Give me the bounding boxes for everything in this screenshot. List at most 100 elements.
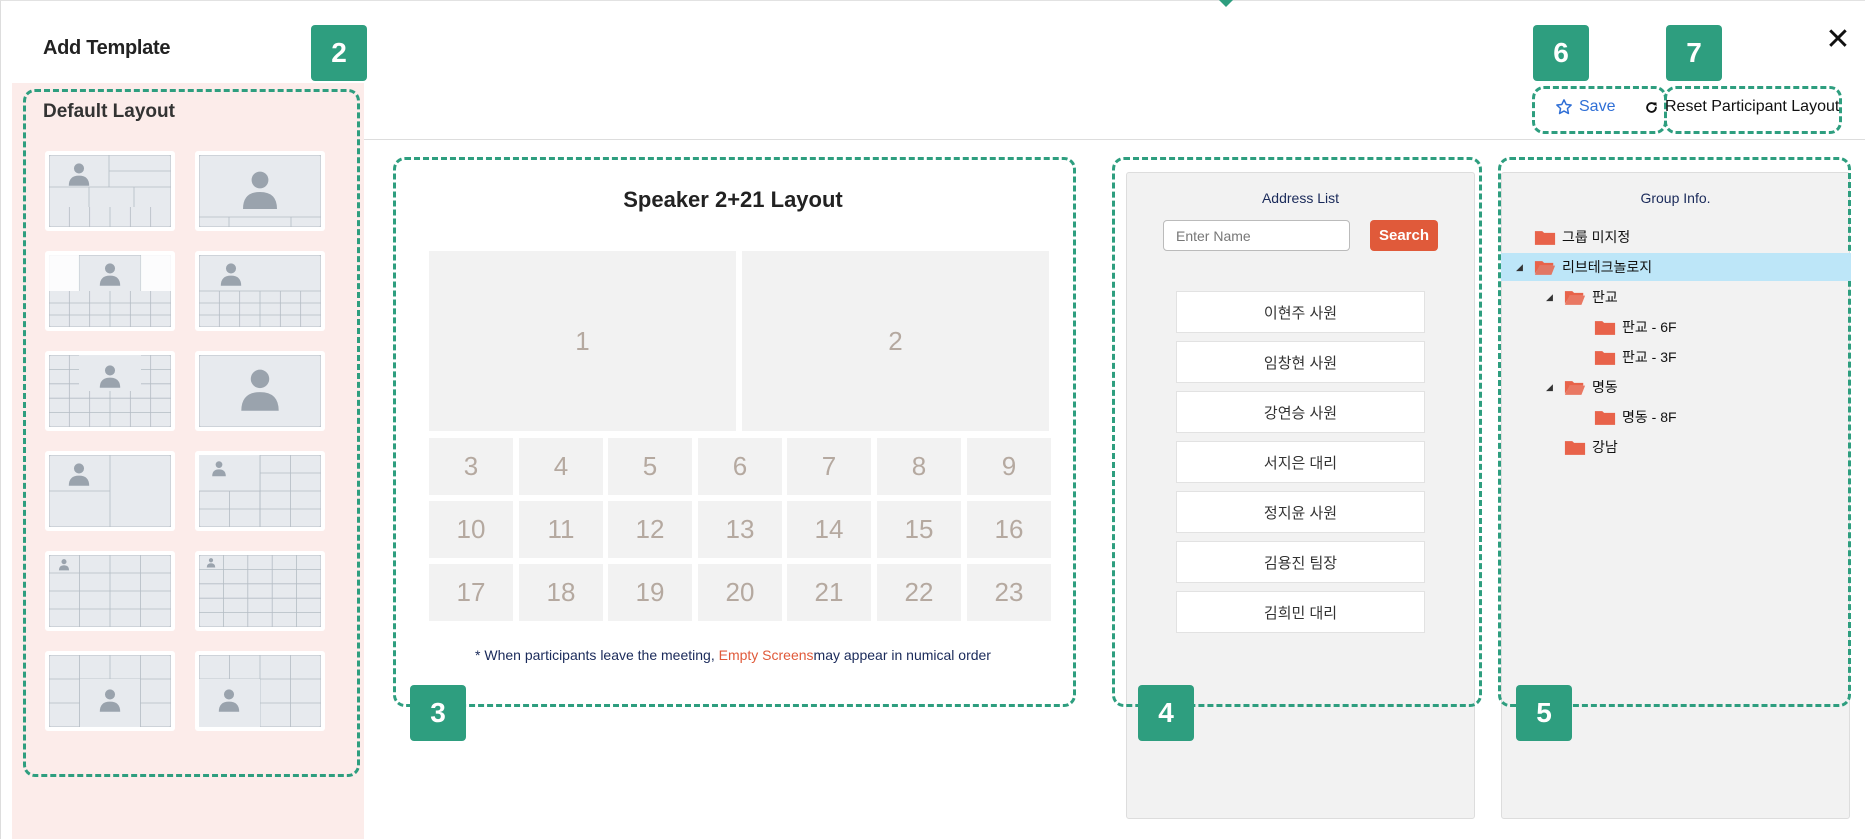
layout-cell-15[interactable]: 15 [877, 501, 961, 558]
layout-thumb-2[interactable] [195, 151, 325, 231]
group-tree-item[interactable]: 강남 [1546, 433, 1618, 461]
folder-open-icon [1564, 290, 1586, 305]
address-list-item[interactable]: 정지윤 사원 [1176, 491, 1425, 533]
layout-thumb-image [199, 455, 321, 527]
layout-thumb-1[interactable] [45, 151, 175, 231]
group-tree-label: 명동 [1592, 379, 1618, 395]
layout-cell-16[interactable]: 16 [967, 501, 1051, 558]
layout-cell-14[interactable]: 14 [787, 501, 871, 558]
group-tree-item[interactable]: ◢ 명동 [1546, 373, 1618, 401]
address-list-item[interactable]: 강연승 사원 [1176, 391, 1425, 433]
layout-title: Speaker 2+21 Layout [623, 187, 843, 212]
layout-cell-18[interactable]: 18 [519, 564, 603, 621]
layout-thumb-8[interactable] [195, 451, 325, 531]
note-highlight: Empty Screens [718, 647, 814, 663]
layout-thumb-image [49, 155, 171, 227]
layout-cell-12[interactable]: 12 [608, 501, 692, 558]
address-list-title: Address List [1261, 190, 1340, 206]
expand-triangle-icon[interactable]: ◢ [1516, 262, 1526, 273]
address-list-item[interactable]: 서지은 대리 [1176, 441, 1425, 483]
layout-thumb-12[interactable] [195, 651, 325, 731]
callout-box-3 [393, 157, 1076, 707]
layout-cell-7[interactable]: 7 [787, 438, 871, 495]
expand-triangle-icon[interactable]: ◢ [1546, 382, 1556, 393]
layout-cell-17[interactable]: 17 [429, 564, 513, 621]
reset-participant-layout-button[interactable]: Reset Participant Layout [1644, 98, 1839, 116]
callout-badge-6: 6 [1533, 25, 1589, 81]
layout-thumb-image [199, 555, 321, 627]
folder-open-icon [1564, 380, 1586, 395]
layout-cell-13[interactable]: 13 [698, 501, 782, 558]
layout-cell-23[interactable]: 23 [967, 564, 1051, 621]
layout-cell-20[interactable]: 20 [698, 564, 782, 621]
callout-badge-2: 2 [311, 25, 367, 81]
search-button[interactable]: Search [1370, 220, 1438, 251]
layout-thumb-5[interactable] [45, 351, 175, 431]
layout-thumb-image [49, 355, 171, 427]
layout-cell-8[interactable]: 8 [877, 438, 961, 495]
group-tree-item[interactable]: ◢ 리브테크놀로지 [1501, 253, 1851, 281]
callout-badge-7: 7 [1666, 25, 1722, 81]
folder-icon [1594, 410, 1616, 425]
layout-thumb-image [49, 555, 171, 627]
layout-thumb-image [199, 355, 321, 427]
group-tree-item[interactable]: 판교 - 3F [1576, 343, 1677, 371]
layout-thumb-7[interactable] [45, 451, 175, 531]
layout-cell-5[interactable]: 5 [608, 438, 692, 495]
group-tree-label: 판교 - 6F [1622, 319, 1677, 335]
name-search-input[interactable] [1163, 220, 1350, 251]
layout-thumb-11[interactable] [45, 651, 175, 731]
address-list-item[interactable]: 김희민 대리 [1176, 591, 1425, 633]
address-list-item[interactable]: 임창현 사원 [1176, 341, 1425, 383]
reset-label: Reset Participant Layout [1665, 98, 1840, 115]
layout-cell-3[interactable]: 3 [429, 438, 513, 495]
expand-triangle-icon[interactable]: ◢ [1546, 292, 1556, 303]
layout-thumb-3[interactable] [45, 251, 175, 331]
folder-icon [1564, 440, 1586, 455]
layout-cell-11[interactable]: 11 [519, 501, 603, 558]
layout-cell-21[interactable]: 21 [787, 564, 871, 621]
folder-icon [1534, 230, 1556, 245]
layout-thumb-image [49, 455, 171, 527]
group-tree-label: 명동 - 8F [1622, 409, 1677, 425]
group-tree-item[interactable]: 판교 - 6F [1576, 313, 1677, 341]
layout-thumb-image [49, 655, 171, 727]
layout-thumb-image [199, 255, 321, 327]
group-tree-item[interactable]: 명동 - 8F [1576, 403, 1677, 431]
layout-cell-4[interactable]: 4 [519, 438, 603, 495]
layout-thumb-image [49, 255, 171, 327]
address-list-item[interactable]: 김용진 팀장 [1176, 541, 1425, 583]
folder-icon [1594, 350, 1616, 365]
refresh-icon [1646, 101, 1657, 113]
group-info-title: Group Info. [1640, 190, 1711, 206]
header-divider [364, 139, 1865, 140]
note-text-end: may appear in numical order [813, 647, 991, 663]
layout-thumb-9[interactable] [45, 551, 175, 631]
star-icon [1556, 99, 1572, 115]
layout-cell-19[interactable]: 19 [608, 564, 692, 621]
layout-thumb-10[interactable] [195, 551, 325, 631]
layout-cell-2[interactable]: 2 [742, 251, 1049, 431]
note-text: * When participants leave the meeting, [475, 647, 719, 663]
group-tree-item[interactable]: ◢ 판교 [1546, 283, 1618, 311]
save-button[interactable]: Save [1555, 98, 1615, 116]
layout-cell-22[interactable]: 22 [877, 564, 961, 621]
layout-note: * When participants leave the meeting, E… [393, 647, 1073, 663]
layout-cell-6[interactable]: 6 [698, 438, 782, 495]
layout-cell-1[interactable]: 1 [429, 251, 736, 431]
group-tree-item[interactable]: 그룹 미지정 [1516, 223, 1630, 251]
callout-badge-4: 4 [1138, 685, 1194, 741]
dialog-title: Add Template [43, 37, 171, 59]
layout-cell-9[interactable]: 9 [967, 438, 1051, 495]
folder-icon [1594, 320, 1616, 335]
layout-thumb-image [199, 155, 321, 227]
group-tree-label: 그룹 미지정 [1562, 229, 1631, 245]
layout-thumb-6[interactable] [195, 351, 325, 431]
close-icon[interactable]: ✕ [1823, 25, 1853, 55]
folder-open-icon [1534, 260, 1556, 275]
layout-cell-10[interactable]: 10 [429, 501, 513, 558]
layout-thumb-4[interactable] [195, 251, 325, 331]
group-tree-label: 리브테크놀로지 [1562, 259, 1653, 275]
address-list-item[interactable]: 이현주 사원 [1176, 291, 1425, 333]
group-tree-label: 판교 [1592, 289, 1618, 305]
